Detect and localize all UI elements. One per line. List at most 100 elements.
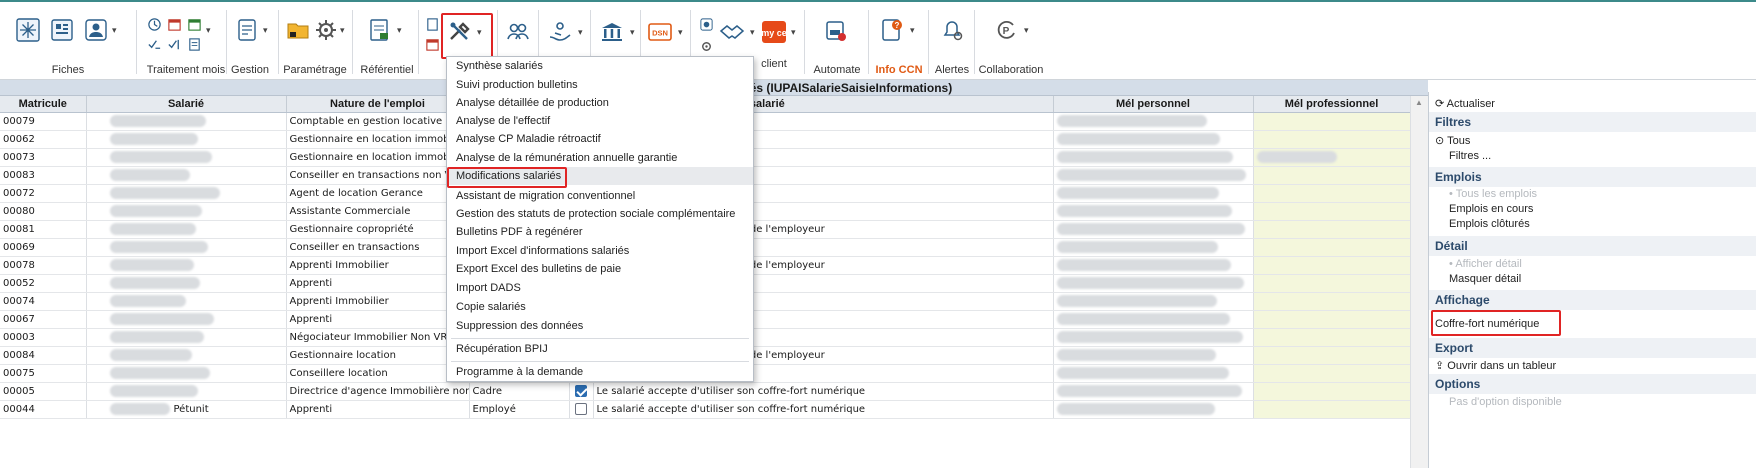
cell-nature-emploi: Apprenti [286, 310, 470, 329]
chevron-down-icon[interactable]: ▾ [678, 28, 686, 37]
cell-matricule: 00075 [0, 364, 87, 383]
ouvrir-tableur-label: Ouvrir dans un tableur [1447, 360, 1557, 372]
gear-icon[interactable] [698, 38, 714, 54]
column-header[interactable]: Matricule [0, 96, 87, 113]
menu-item-analyse-effectif[interactable]: Analyse de l'effectif [447, 112, 753, 130]
menu-item-analyse-remuneration[interactable]: Analyse de la rémunération annuelle gara… [447, 149, 753, 167]
column-header[interactable]: Mél professionnel [1253, 96, 1411, 113]
bell-gear-icon[interactable] [938, 16, 966, 44]
book-icon[interactable] [48, 16, 76, 44]
p-cycle-icon[interactable]: P [992, 16, 1020, 44]
cell-nature-emploi: Négociateur Immobilier Non VRP [286, 328, 470, 347]
handshake-icon[interactable] [718, 18, 746, 46]
table-row[interactable]: 00005 Directrice d'agence Immobilière non… [0, 382, 1411, 401]
clock-icon[interactable] [146, 16, 162, 32]
menu-item-import-excel[interactable]: Import Excel d'informations salariés [447, 242, 753, 260]
chevron-down-icon[interactable]: ▾ [397, 26, 405, 35]
table-row[interactable]: 00044 Pétunit Apprenti Employé Le salarié ac… [0, 400, 1411, 419]
chevron-down-icon[interactable]: ▾ [340, 26, 348, 35]
chevron-down-icon[interactable]: ▾ [1024, 26, 1032, 35]
masquer-detail-link[interactable]: Masquer détail [1449, 273, 1521, 285]
vertical-scrollbar[interactable]: ▲ [1410, 96, 1428, 468]
chevron-down-icon[interactable]: ▾ [263, 26, 271, 35]
calendar-icon[interactable] [186, 16, 202, 32]
filtres-link[interactable]: Filtres ... [1449, 150, 1491, 162]
menu-item-import-dads[interactable]: Import DADS [447, 279, 753, 297]
bank-icon[interactable] [598, 18, 626, 46]
coffre-fort-checkbox[interactable] [575, 403, 587, 415]
chevron-down-icon[interactable]: ▾ [206, 26, 214, 35]
menu-item-export-excel[interactable]: Export Excel des bulletins de paie [447, 260, 753, 278]
menu-item-suppression-donnees[interactable]: Suppression des données [447, 317, 753, 335]
refresh-button[interactable]: ⟳ Actualiser [1435, 97, 1495, 110]
dsn-icon[interactable]: DSN [646, 18, 674, 46]
ribbon-separator [804, 10, 805, 74]
cell-matricule: 00044 [0, 400, 87, 419]
cell-salarie [86, 256, 287, 275]
help-doc-icon[interactable]: ? [878, 16, 906, 44]
calendar-icon[interactable] [166, 16, 182, 32]
cell-nature-emploi: Conseiller en transactions non VRP [286, 166, 470, 185]
chevron-down-icon[interactable]: ▾ [910, 26, 918, 35]
cell-mel-personnel [1053, 328, 1254, 347]
folder-icon[interactable] [284, 16, 312, 44]
menu-item-suivi-production[interactable]: Suivi production bulletins [447, 76, 753, 94]
hand-person-icon[interactable] [546, 18, 574, 46]
window-title: ariés (IUPAISalarieSaisieInformations) [735, 81, 953, 95]
chevron-down-icon[interactable]: ▾ [112, 26, 120, 35]
menu-item-synthese-salaries[interactable]: Synthèse salariés [447, 57, 753, 75]
emplois-en-cours-link[interactable]: Emplois en cours [1449, 203, 1533, 215]
menu-item-analyse-cp-maladie[interactable]: Analyse CP Maladie rétroactif [447, 130, 753, 148]
chevron-down-icon[interactable]: ▾ [630, 28, 638, 37]
chevron-down-icon[interactable]: ▾ [791, 28, 799, 37]
redacted-name [109, 133, 198, 145]
cell-nature-emploi: Directrice d'agence Immobilière non VRP [286, 382, 470, 401]
cell-salarie [86, 148, 287, 167]
scroll-up-icon[interactable]: ▲ [1415, 98, 1423, 107]
column-header[interactable]: Salarié [86, 96, 287, 113]
grid-icon[interactable] [14, 16, 42, 44]
calendar-icon[interactable] [424, 36, 440, 52]
ribbon-separator [928, 10, 929, 74]
menu-item-analyse-detaillee[interactable]: Analyse détaillée de production [447, 94, 753, 112]
cell-matricule: 00003 [0, 328, 87, 347]
cell-nature-emploi: Apprenti Immobilier [286, 292, 470, 311]
checklist-icon[interactable] [166, 36, 182, 52]
redacted-name [109, 385, 198, 397]
redacted-email [1056, 295, 1217, 307]
calculator-icon[interactable] [822, 16, 850, 44]
cell-mel-personnel [1053, 184, 1254, 203]
menu-item-recuperation-bpij[interactable]: Récupération BPIJ [447, 340, 753, 358]
person-icon[interactable] [82, 16, 110, 44]
column-header[interactable]: Mél personnel [1053, 96, 1254, 113]
phone-icon[interactable] [698, 16, 714, 32]
checklist-icon[interactable] [146, 36, 162, 52]
document-icon[interactable] [424, 16, 440, 32]
gear-icon[interactable] [312, 16, 340, 44]
cell-mel-personnel [1053, 238, 1254, 257]
ouvrir-tableur-link[interactable]: ⇪ Ouvrir dans un tableur [1435, 359, 1556, 372]
bullet-icon: • [1449, 258, 1453, 270]
ribbon-separator [136, 10, 137, 74]
mycce-icon[interactable]: my ce [760, 18, 788, 46]
menu-item-gestion-statuts[interactable]: Gestion des statuts de protection social… [447, 205, 753, 223]
document-icon[interactable] [366, 16, 394, 44]
emplois-clotures-link[interactable]: Emplois clôturés [1449, 218, 1530, 230]
cell-mel-personnel [1053, 166, 1254, 185]
redacted-name [109, 223, 196, 235]
people-icon[interactable] [504, 18, 532, 46]
chevron-down-icon[interactable]: ▾ [578, 28, 586, 37]
filter-tous-option[interactable]: ⊙ Tous [1435, 134, 1470, 147]
chevron-down-icon[interactable]: ▾ [750, 28, 758, 37]
column-header[interactable]: Nature de l'emploi [286, 96, 470, 113]
cell-salarie [86, 220, 287, 239]
checklist-icon[interactable] [234, 16, 262, 44]
menu-item-bulletins-pdf[interactable]: Bulletins PDF à regénérer [447, 223, 753, 241]
menu-item-programme-demande[interactable]: Programme à la demande [447, 363, 753, 381]
cell-salarie [86, 364, 287, 383]
document-icon[interactable] [186, 36, 202, 52]
coffre-fort-checkbox[interactable] [575, 385, 587, 397]
menu-item-copie-salaries[interactable]: Copie salariés [447, 298, 753, 316]
menu-item-assistant-migration[interactable]: Assistant de migration conventionnel [447, 187, 753, 205]
ribbon-separator [352, 10, 353, 74]
